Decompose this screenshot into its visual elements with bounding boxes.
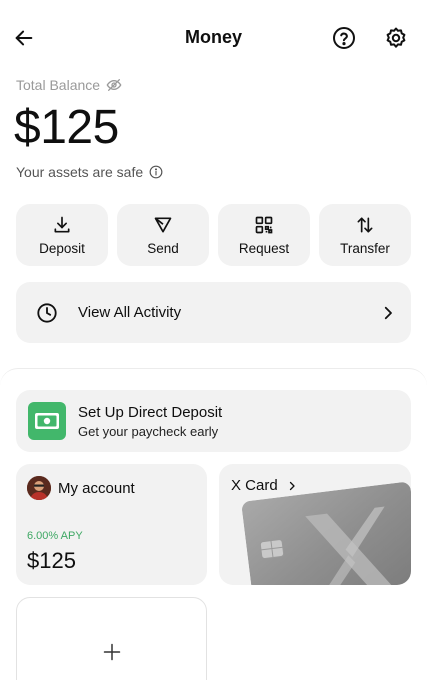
qr-code-icon — [255, 216, 273, 233]
account-balance: $125 — [27, 548, 76, 573]
direct-deposit-subtitle: Get your paycheck early — [78, 423, 219, 439]
view-all-activity-button[interactable]: View All Activity — [16, 282, 411, 343]
view-all-activity-label: View All Activity — [78, 304, 182, 321]
direct-deposit-card[interactable]: Set Up Direct Deposit Get your paycheck … — [16, 390, 411, 452]
chevron-right-icon — [384, 306, 392, 319]
chevron-right-icon — [289, 481, 295, 490]
header: Money — [0, 0, 427, 76]
assets-safe-text: Your assets are safe — [16, 164, 144, 180]
swap-arrows-icon — [357, 217, 373, 232]
send-icon — [154, 217, 172, 232]
question-circle-icon — [333, 27, 355, 49]
add-account-button[interactable] — [16, 597, 207, 680]
my-account-title: My account — [58, 480, 135, 497]
info-icon — [149, 165, 163, 179]
direct-deposit-text: Set Up Direct Deposit Get your paycheck … — [78, 404, 222, 439]
transfer-button[interactable]: Transfer — [319, 204, 411, 266]
download-icon — [54, 216, 70, 232]
avatar — [27, 476, 51, 500]
direct-deposit-title: Set Up Direct Deposit — [78, 403, 223, 421]
x-card-tile[interactable]: X Card — [219, 464, 411, 585]
plus-icon — [103, 643, 120, 661]
settings-button[interactable] — [382, 24, 410, 52]
deposit-label: Deposit — [39, 240, 85, 256]
deposit-button[interactable]: Deposit — [16, 204, 108, 266]
request-label: Request — [238, 240, 290, 256]
x-card-title: X Card — [231, 477, 278, 494]
eye-slash-icon[interactable] — [106, 77, 122, 93]
x-card-image — [241, 481, 411, 585]
transfer-label: Transfer — [340, 240, 390, 256]
total-balance-label: Total Balance — [16, 77, 101, 93]
clock-icon — [37, 302, 57, 323]
x-card-title-row: X Card — [231, 477, 298, 494]
request-button[interactable]: Request — [218, 204, 310, 266]
apy-rate: 6.00% APY — [27, 530, 83, 542]
cash-icon — [28, 402, 66, 440]
action-buttons: Deposit Send Request Transfer — [16, 204, 411, 266]
send-label: Send — [147, 240, 179, 256]
page-title: Money — [184, 27, 242, 47]
total-balance-row: Total Balance — [16, 77, 122, 93]
send-button[interactable]: Send — [117, 204, 209, 266]
gear-icon — [386, 27, 406, 48]
my-account-card[interactable]: My account 6.00% APY $125 — [16, 464, 207, 585]
balance-amount: $125 — [14, 101, 119, 154]
assets-safe-row[interactable]: Your assets are safe — [16, 164, 163, 180]
help-button[interactable] — [330, 24, 358, 52]
